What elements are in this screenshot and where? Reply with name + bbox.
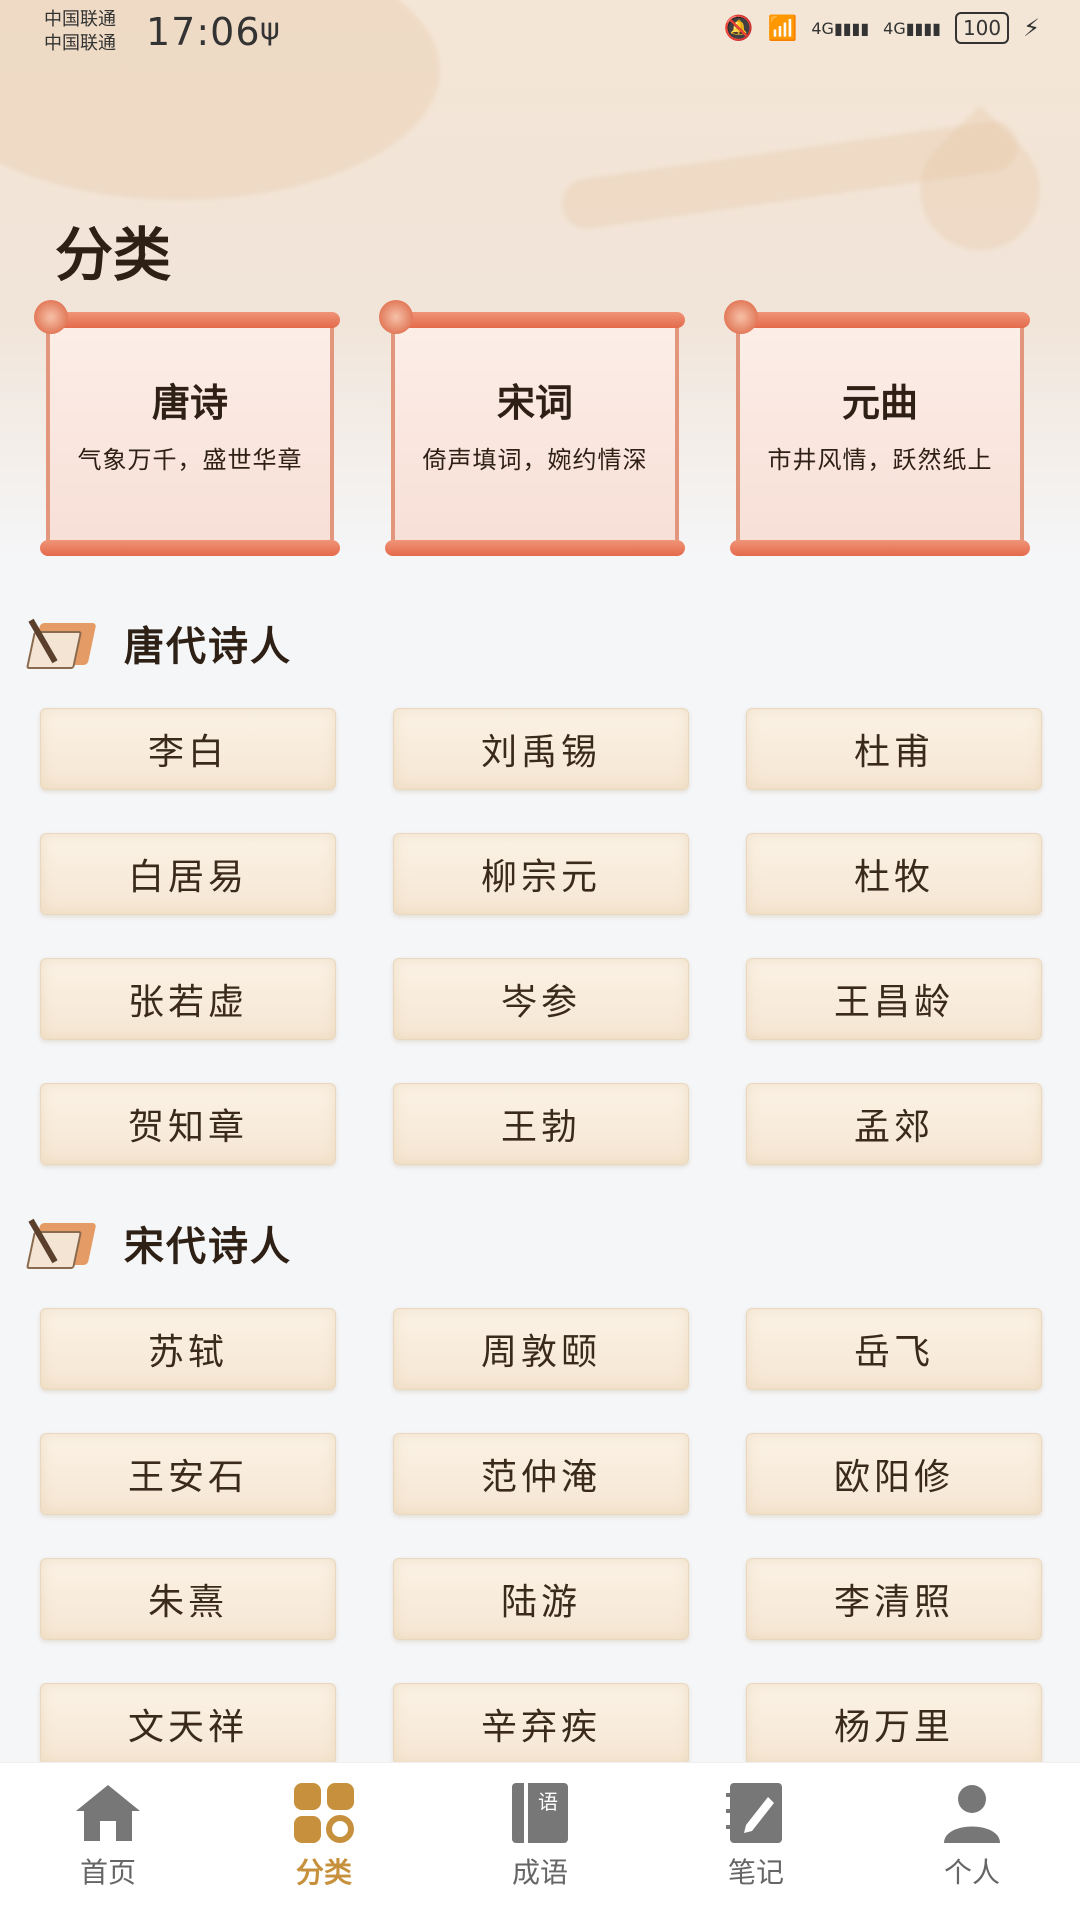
page-title: 分类 (55, 221, 172, 289)
poet-tile[interactable]: 刘禹锡 (393, 708, 689, 790)
nav-home[interactable]: 首页 (0, 1781, 216, 1891)
usb-icon: ψ (260, 12, 280, 47)
category-desc: 气象万千，盛世华章 (77, 446, 303, 474)
poet-tile[interactable]: 陆游 (393, 1558, 689, 1640)
mute-icon: 🔕 (723, 14, 754, 42)
poet-tile[interactable]: 杜甫 (746, 708, 1042, 790)
poet-tile[interactable]: 范仲淹 (393, 1433, 689, 1515)
poet-tile[interactable]: 白居易 (40, 833, 336, 915)
book-quill-icon (25, 1217, 98, 1269)
book-quill-icon (25, 617, 98, 669)
wifi-icon: 📶 (767, 14, 798, 42)
scroll-knob-icon (379, 300, 413, 334)
carrier-info: 中国联通 中国联通 (44, 9, 116, 54)
poet-tile[interactable]: 辛弃疾 (393, 1683, 689, 1765)
idiom-book-icon: 语 (432, 1781, 648, 1845)
poet-tile[interactable]: 贺知章 (40, 1083, 336, 1165)
person-icon (864, 1781, 1080, 1845)
category-name: 元曲 (841, 380, 918, 425)
section-header-tang-poets: 唐代诗人 (25, 614, 292, 672)
poet-tile[interactable]: 文天祥 (40, 1683, 336, 1765)
bottom-navigation: 首页 分类 语 成语 笔记 个人 (0, 1762, 1080, 1921)
category-card-tang-poetry[interactable]: 唐诗 气象万千，盛世华章 (34, 290, 340, 570)
category-icon (216, 1781, 432, 1845)
poet-tile[interactable]: 杨万里 (746, 1683, 1042, 1765)
poet-tile[interactable]: 岳飞 (746, 1308, 1042, 1390)
category-desc: 市井风情，跃然纸上 (767, 446, 993, 474)
category-card-song-ci[interactable]: 宋词 倚声填词，婉约情深 (379, 290, 685, 570)
poet-tile[interactable]: 柳宗元 (393, 833, 689, 915)
poet-tile[interactable]: 岑参 (393, 958, 689, 1040)
poet-tile[interactable]: 李清照 (746, 1558, 1042, 1640)
signal-icon-2: 4G▮▮▮▮ (883, 18, 941, 38)
svg-text:语: 语 (538, 1790, 558, 1814)
poet-tile[interactable]: 朱熹 (40, 1558, 336, 1640)
poet-tile[interactable]: 苏轼 (40, 1308, 336, 1390)
category-card-yuan-qu[interactable]: 元曲 市井风情，跃然纸上 (724, 290, 1030, 570)
category-desc: 倚声填词，婉约情深 (422, 446, 648, 474)
battery-indicator: 100 (954, 12, 1010, 44)
poet-tile[interactable]: 杜牧 (746, 833, 1042, 915)
status-time: 17:06 (146, 10, 261, 54)
section-header-song-poets: 宋代诗人 (25, 1214, 292, 1272)
poet-tile[interactable]: 李白 (40, 708, 336, 790)
note-icon (648, 1781, 864, 1845)
nav-notes[interactable]: 笔记 (648, 1781, 864, 1891)
scroll-knob-icon (724, 300, 758, 334)
home-icon (0, 1781, 216, 1845)
nav-profile[interactable]: 个人 (864, 1781, 1080, 1891)
poet-tile[interactable]: 张若虚 (40, 958, 336, 1040)
poet-tile[interactable]: 欧阳修 (746, 1433, 1042, 1515)
section-title: 唐代诗人 (124, 623, 292, 670)
signal-icon: 4G▮▮▮▮ (811, 18, 870, 38)
poet-tile[interactable]: 王昌龄 (746, 958, 1042, 1040)
nav-idiom[interactable]: 语 成语 (432, 1781, 648, 1891)
scroll-knob-icon (34, 300, 68, 334)
charging-icon: ⚡ (1023, 14, 1040, 42)
poet-tile[interactable]: 王安石 (40, 1433, 336, 1515)
category-name: 宋词 (496, 380, 573, 425)
nav-category[interactable]: 分类 (216, 1781, 432, 1891)
poet-tile[interactable]: 王勃 (393, 1083, 689, 1165)
poet-tile[interactable]: 孟郊 (746, 1083, 1042, 1165)
poet-tile[interactable]: 周敦颐 (393, 1308, 689, 1390)
section-title: 宋代诗人 (124, 1223, 292, 1270)
category-cards: 唐诗 气象万千，盛世华章 宋词 倚声填词，婉约情深 元曲 市井风情，跃然纸上 (34, 290, 1050, 570)
category-name: 唐诗 (151, 380, 228, 425)
status-bar: 中国联通 中国联通 17:06 ψ 🔕 📶 4G▮▮▮▮ 4G▮▮▮▮ 100 … (0, 0, 1080, 70)
